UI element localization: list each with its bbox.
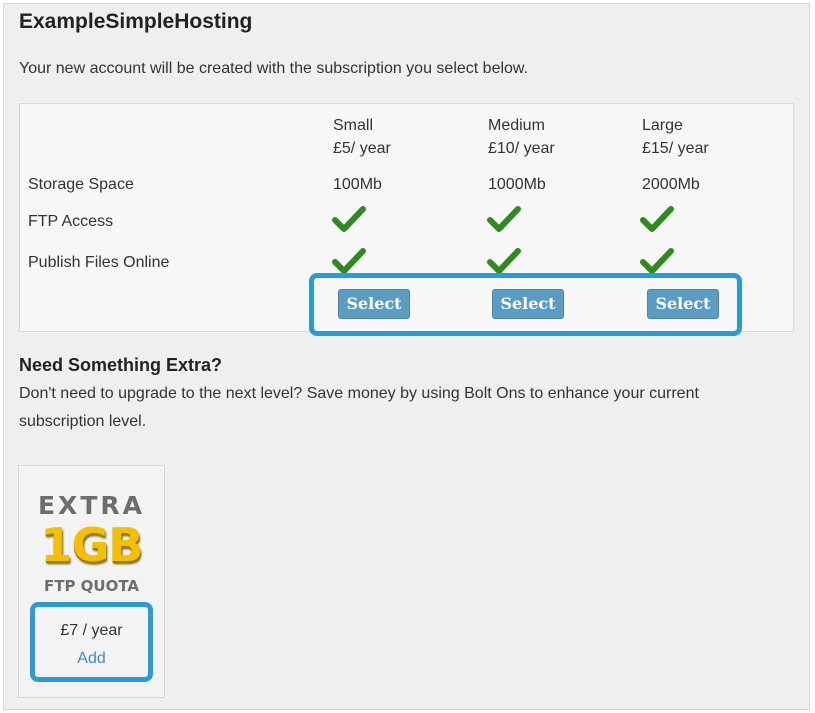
plan-name: Medium — [488, 117, 545, 134]
plan-price: £10/ year — [488, 140, 555, 157]
extra-description: Don't need to upgrade to the next level?… — [19, 385, 699, 430]
checkmark-icon — [332, 206, 366, 232]
storage-value-large: 2000Mb — [642, 176, 700, 193]
bolton-add-highlight — [30, 602, 153, 682]
bolton-image-bottom-text: FTP QUOTA — [43, 577, 140, 595]
plan-header-medium: Medium £10/ year — [488, 114, 555, 160]
checkmark-icon — [640, 206, 674, 232]
feature-label-storage: Storage Space — [28, 176, 134, 193]
plan-name: Small — [333, 117, 374, 134]
bolton-image-big-text: 1GB — [40, 518, 144, 572]
extra-heading: Need Something Extra? — [19, 355, 223, 375]
plan-header-large: Large £15/ year — [642, 114, 709, 160]
plan-price: £15/ year — [642, 140, 709, 157]
feature-label-publish: Publish Files Online — [28, 254, 170, 271]
page-title: ExampleSimpleHosting — [19, 10, 253, 33]
feature-label-ftp: FTP Access — [28, 213, 114, 230]
storage-value-medium: 1000Mb — [488, 176, 546, 193]
plan-name: Large — [642, 117, 683, 134]
select-large-button[interactable]: Select — [647, 289, 719, 319]
intro-text: Your new account will be created with th… — [19, 60, 529, 77]
storage-value-small: 100Mb — [333, 176, 382, 193]
checkmark-icon — [332, 248, 366, 274]
select-small-button[interactable]: Select — [338, 289, 410, 319]
checkmark-icon — [640, 248, 674, 274]
select-medium-button[interactable]: Select — [492, 289, 564, 319]
plan-header-small: Small £5/ year — [333, 114, 391, 160]
plan-price: £5/ year — [333, 140, 391, 157]
checkmark-icon — [487, 206, 521, 232]
bolton-image-top-text: EXTRA — [37, 491, 145, 520]
checkmark-icon — [487, 248, 521, 274]
